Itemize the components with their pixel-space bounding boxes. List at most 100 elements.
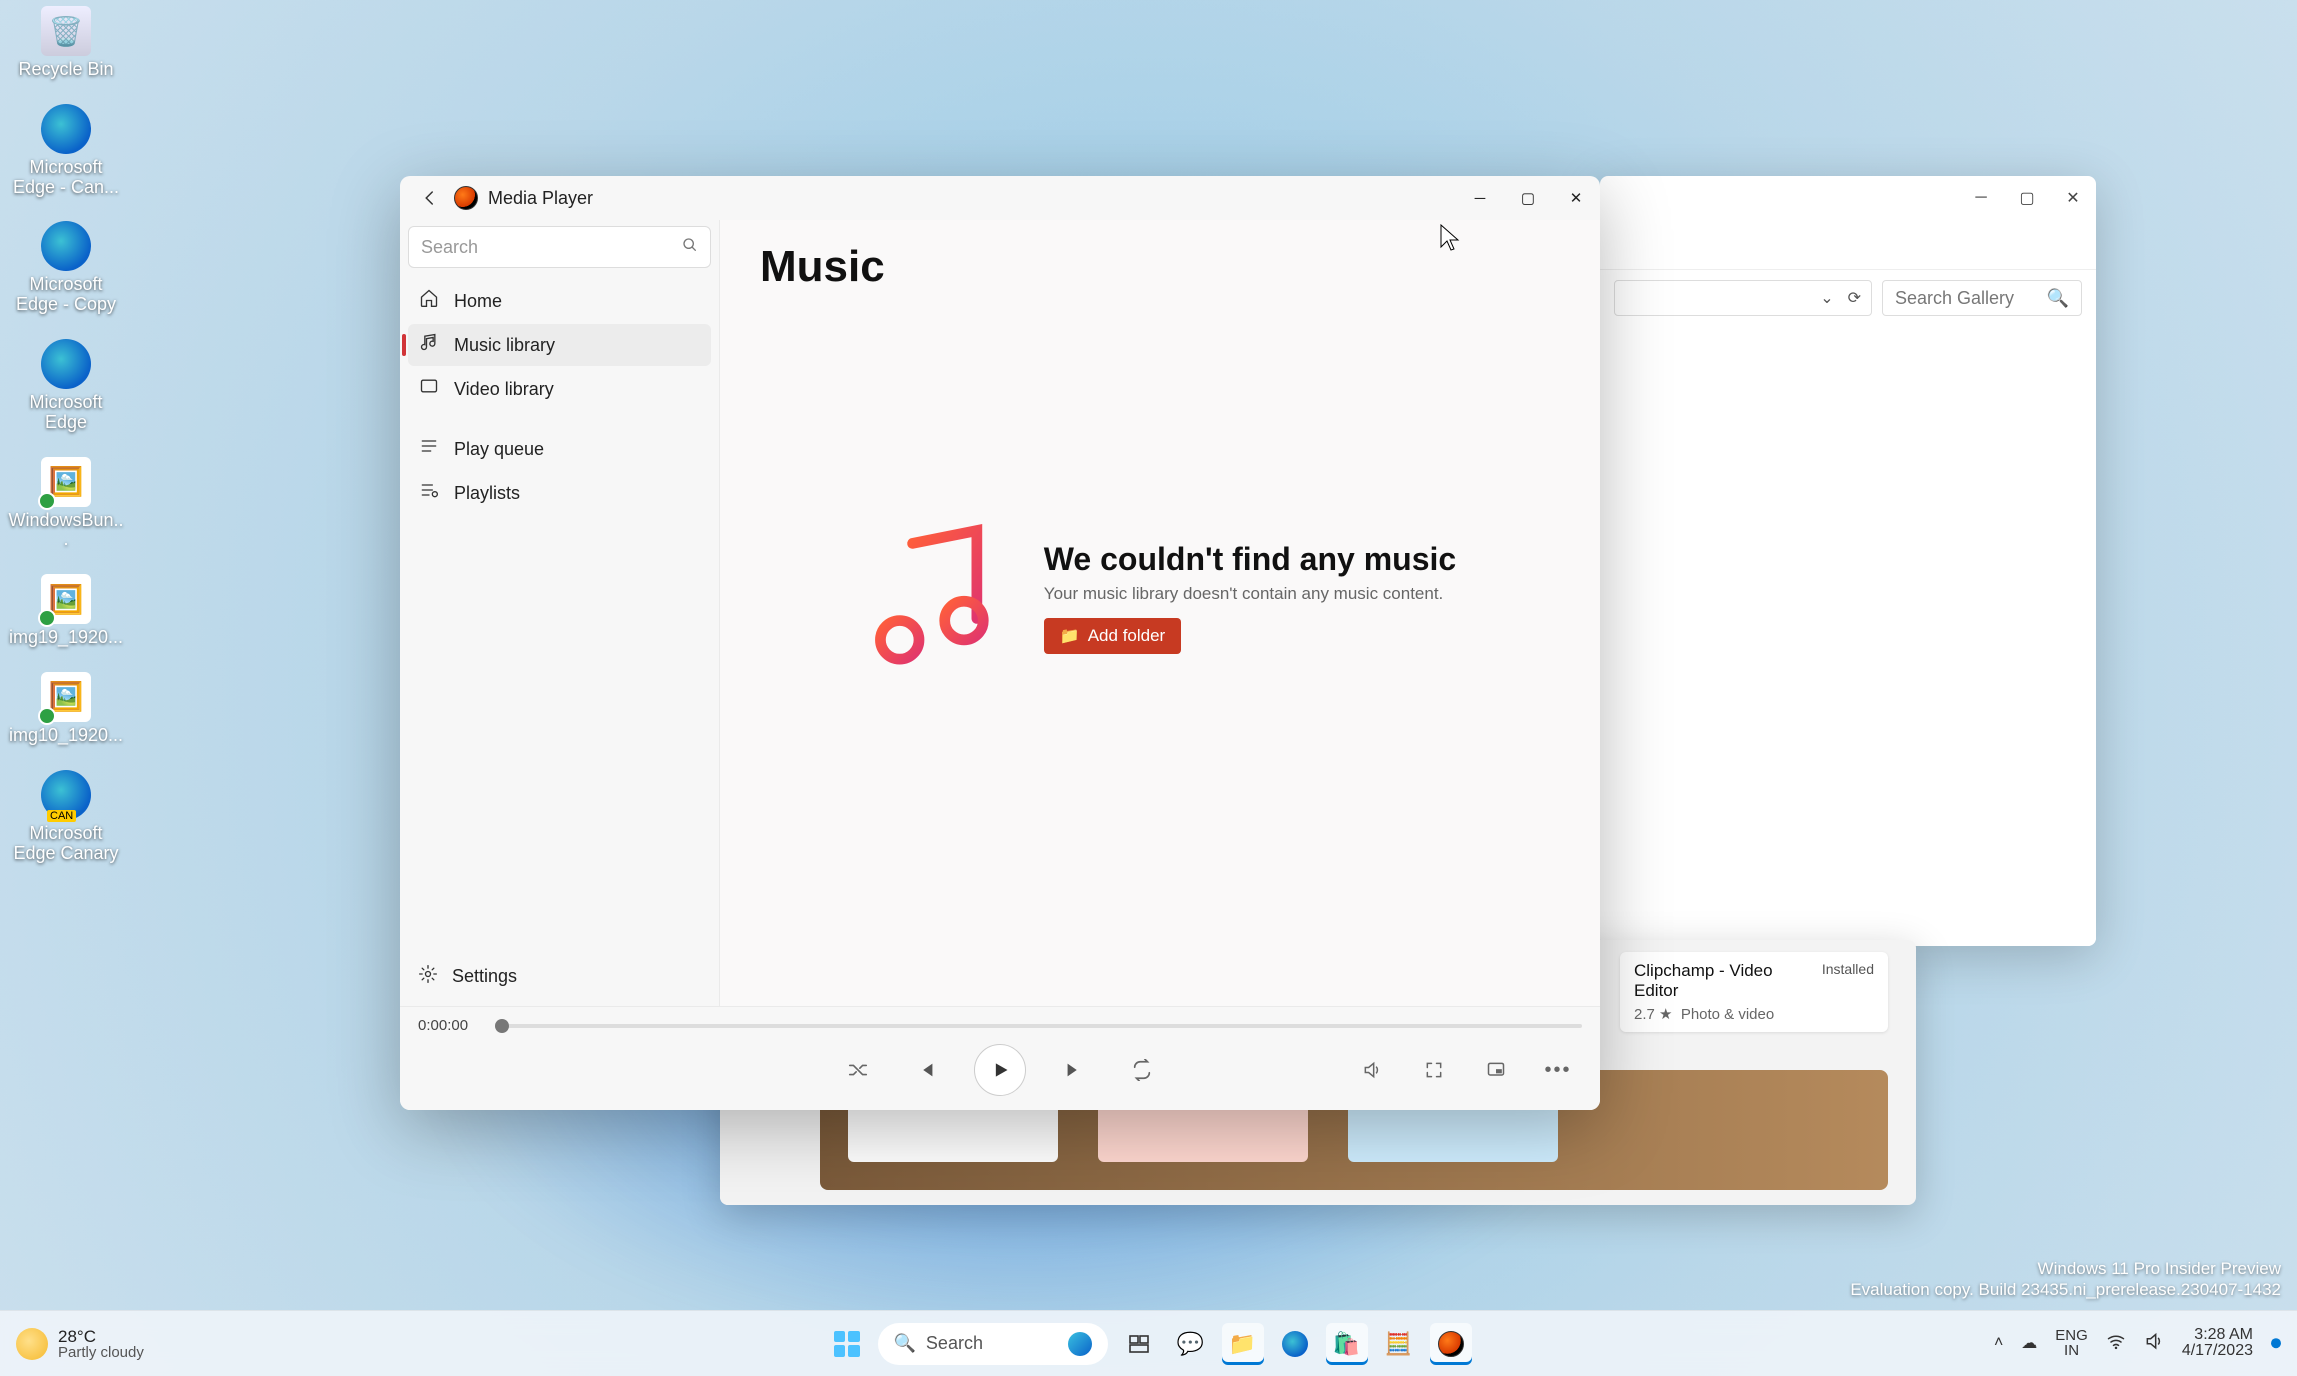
edge-icon <box>1282 1331 1308 1357</box>
repeat-button[interactable] <box>1122 1050 1162 1090</box>
media-player-window[interactable]: Media Player ─ ▢ ✕ Home M <box>400 176 1600 1110</box>
nav-playlists[interactable]: Playlists <box>408 472 711 514</box>
taskbar-weather[interactable]: 28°C Partly cloudy <box>16 1328 144 1360</box>
play-icon <box>990 1060 1010 1080</box>
minimize-button[interactable]: ─ <box>1456 176 1504 220</box>
wifi-icon[interactable] <box>2106 1331 2126 1356</box>
desktop-icon-edge-canary[interactable]: CAN Microsoft Edge Canary <box>6 770 126 864</box>
nav-label: Music library <box>454 335 555 356</box>
nav-music-library[interactable]: Music library <box>408 324 711 366</box>
chevron-down-icon[interactable]: ⌄ <box>1820 288 1833 308</box>
elapsed-time: 0:00:00 <box>418 1017 488 1034</box>
seek-thumb-icon[interactable] <box>495 1019 509 1033</box>
taskbar-store[interactable]: 🛍️ <box>1326 1323 1368 1365</box>
edge-icon <box>41 104 91 154</box>
play-button[interactable] <box>974 1044 1026 1096</box>
explorer-body[interactable] <box>1600 326 2096 946</box>
desktop-icon-edge-can[interactable]: Microsoft Edge - Can... <box>6 104 126 198</box>
close-button[interactable]: ✕ <box>2050 176 2096 220</box>
taskbar-file-explorer[interactable]: 📁 <box>1222 1323 1264 1365</box>
nav-settings[interactable]: Settings <box>408 954 711 998</box>
maximize-button[interactable]: ▢ <box>1504 176 1552 220</box>
store-card-title: Clipchamp - Video Editor <box>1634 961 1794 1000</box>
desktop-icon-file-3[interactable]: 🖼️ img10_1920... <box>6 672 126 746</box>
search-icon <box>682 237 698 258</box>
edge-icon <box>41 221 91 271</box>
taskbar-calculator[interactable]: 🧮 <box>1378 1323 1420 1365</box>
desktop-icon-edge-copy[interactable]: Microsoft Edge - Copy <box>6 221 126 315</box>
desktop-icon-recycle-bin[interactable]: 🗑️ Recycle Bin <box>6 6 126 80</box>
player-titlebar[interactable]: Media Player ─ ▢ ✕ <box>400 176 1600 220</box>
tray-chevron-up-icon[interactable]: ˄ <box>1994 1335 2003 1353</box>
folder-plus-icon: 📁 <box>1060 626 1080 646</box>
onedrive-icon[interactable]: ☁ <box>2021 1334 2037 1354</box>
music-note-icon <box>418 332 440 358</box>
weather-temp: 28°C <box>58 1328 144 1345</box>
fullscreen-button[interactable] <box>1414 1050 1454 1090</box>
tray-language[interactable]: ENG IN <box>2055 1328 2088 1360</box>
store-card-meta: 2.7 ★ Photo & video <box>1634 1005 1874 1023</box>
explorer-titlebar[interactable]: ─ ▢ ✕ <box>1600 176 2096 220</box>
maximize-button[interactable]: ▢ <box>2004 176 2050 220</box>
task-view-icon <box>1127 1332 1151 1356</box>
taskbar[interactable]: 28°C Partly cloudy 🔍 Search 💬 📁 🛍️ 🧮 <box>0 1310 2297 1376</box>
gear-icon <box>418 964 438 989</box>
desktop-icon-label: Microsoft Edge - Copy <box>6 275 126 315</box>
notifications-icon[interactable] <box>2271 1339 2281 1349</box>
nav-home[interactable]: Home <box>408 280 711 322</box>
seek-slider[interactable] <box>502 1024 1582 1028</box>
nav-label: Play queue <box>454 439 544 460</box>
desktop-icon-file-1[interactable]: 🖼️ WindowsBun... <box>6 457 126 551</box>
media-player-icon <box>1438 1331 1464 1357</box>
desktop-icon-file-2[interactable]: 🖼️ img19_1920... <box>6 574 126 648</box>
close-button[interactable]: ✕ <box>1552 176 1600 220</box>
store-app-card[interactable]: Clipchamp - Video Editor Installed 2.7 ★… <box>1620 952 1888 1032</box>
window-title: Media Player <box>488 188 1456 209</box>
playlist-icon <box>418 480 440 506</box>
chat-icon: 💬 <box>1177 1331 1204 1357</box>
desktop-icon-label: Microsoft Edge Canary <box>6 824 126 864</box>
image-file-icon: 🖼️ <box>41 574 91 624</box>
music-art-icon <box>864 522 1004 672</box>
recycle-bin-icon: 🗑️ <box>41 6 91 56</box>
fullscreen-icon <box>1424 1060 1444 1080</box>
taskbar-edge[interactable] <box>1274 1323 1316 1365</box>
add-folder-button[interactable]: 📁 Add folder <box>1044 618 1181 654</box>
refresh-icon[interactable]: ⟳ <box>1848 288 1861 308</box>
minimize-button[interactable]: ─ <box>1958 176 2004 220</box>
start-button[interactable] <box>826 1323 868 1365</box>
add-folder-label: Add folder <box>1088 626 1166 646</box>
mini-player-icon <box>1486 1060 1506 1080</box>
next-button[interactable] <box>1054 1050 1094 1090</box>
explorer-address-bar[interactable]: ⌄ ⟳ <box>1614 280 1872 316</box>
home-icon <box>418 288 440 314</box>
taskbar-media-player[interactable] <box>1430 1323 1472 1365</box>
file-explorer-window[interactable]: ─ ▢ ✕ ⌄ ⟳ Search Gallery 🔍 <box>1600 176 2096 946</box>
search-input[interactable] <box>408 226 711 268</box>
search-field[interactable] <box>421 237 682 258</box>
previous-button[interactable] <box>906 1050 946 1090</box>
search-icon: 🔍 <box>2047 288 2069 309</box>
windows-watermark: Windows 11 Pro Insider Preview Evaluatio… <box>1850 1258 2281 1301</box>
nav-play-queue[interactable]: Play queue <box>408 428 711 470</box>
explorer-search-box[interactable]: Search Gallery 🔍 <box>1882 280 2082 316</box>
back-button[interactable] <box>410 178 450 218</box>
nav-video-library[interactable]: Video library <box>408 368 711 410</box>
task-view-button[interactable] <box>1118 1323 1160 1365</box>
desktop-icon-label: img10_1920... <box>6 726 126 746</box>
empty-subtext: Your music library doesn't contain any m… <box>1044 584 1456 604</box>
taskbar-chat[interactable]: 💬 <box>1170 1323 1212 1365</box>
explorer-address-row: ⌄ ⟳ Search Gallery 🔍 <box>1600 270 2096 326</box>
volume-button[interactable] <box>1352 1050 1392 1090</box>
volume-icon[interactable] <box>2144 1331 2164 1356</box>
tray-clock[interactable]: 3:28 AM 4/17/2023 <box>2182 1327 2253 1361</box>
shuffle-button[interactable] <box>838 1050 878 1090</box>
desktop-icon-edge[interactable]: Microsoft Edge <box>6 339 126 433</box>
shuffle-icon <box>847 1059 869 1081</box>
more-button[interactable]: ••• <box>1538 1050 1578 1090</box>
player-sidebar: Home Music library Video library Play qu <box>400 220 720 1006</box>
taskbar-search[interactable]: 🔍 Search <box>878 1323 1108 1365</box>
bing-icon <box>1068 1332 1092 1356</box>
player-content: Music We couldn't find an <box>720 220 1600 1006</box>
mini-player-button[interactable] <box>1476 1050 1516 1090</box>
